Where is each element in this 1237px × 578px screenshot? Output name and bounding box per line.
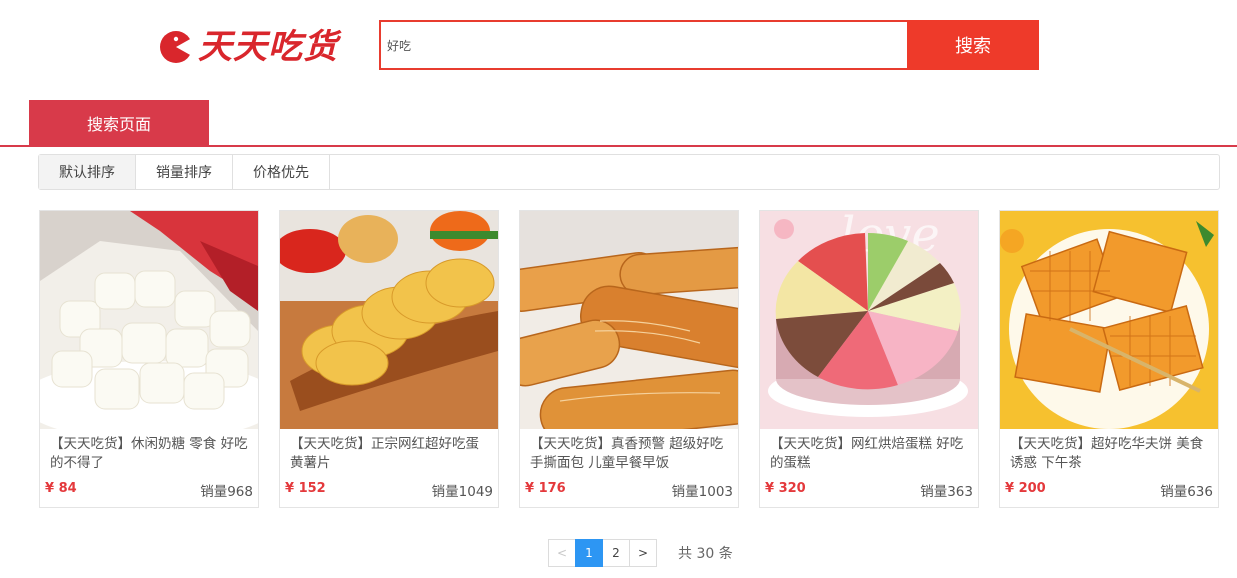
product-card[interactable]: 【天天吃货】真香预警 超级好吃 手撕面包 儿童早餐早饭 ¥ 176 销量1003 xyxy=(519,210,739,508)
product-price: ¥ 152 xyxy=(285,481,326,496)
product-sales: 销量363 xyxy=(920,484,973,500)
product-sales: 销量636 xyxy=(1160,484,1213,500)
product-image-milk-candy[interactable] xyxy=(40,211,258,429)
tab-search-page[interactable]: 搜索页面 xyxy=(29,100,209,146)
pager-prev-button[interactable]: < xyxy=(548,539,576,567)
product-sales: 销量968 xyxy=(200,484,253,500)
sort-by-sales[interactable]: 销量排序 xyxy=(136,155,233,189)
product-price: ¥ 320 xyxy=(765,481,806,496)
product-image-waffles[interactable] xyxy=(1000,211,1218,429)
product-card[interactable]: 【天天吃货】超好吃华夫饼 美食诱惑 下午茶 ¥ 200 销量636 xyxy=(999,210,1219,508)
product-title[interactable]: 【天天吃货】真香预警 超级好吃 手撕面包 儿童早餐早饭 xyxy=(530,435,730,473)
product-image-hand-torn-bread[interactable] xyxy=(520,211,738,429)
search-button[interactable]: 搜索 xyxy=(907,20,1039,70)
product-card[interactable]: love 【天天吃货】网红烘焙蛋糕 好吃的蛋糕 ¥ 320 销量363 xyxy=(759,210,979,508)
product-title[interactable]: 【天天吃货】超好吃华夫饼 美食诱惑 下午茶 xyxy=(1010,435,1210,473)
sort-bar: 默认排序 销量排序 价格优先 xyxy=(38,154,1220,190)
product-sales: 销量1049 xyxy=(431,484,493,500)
sort-by-price[interactable]: 价格优先 xyxy=(233,155,330,189)
tab-underline xyxy=(0,145,1237,147)
site-logo[interactable]: 天天吃货 xyxy=(158,24,348,70)
product-grid: 【天天吃货】休闲奶糖 零食 好吃的不得了 ¥ 84 销量968 【天天吃货】正宗… xyxy=(39,210,1221,508)
product-title[interactable]: 【天天吃货】正宗网红超好吃蛋黄薯片 xyxy=(290,435,490,473)
product-image-rainbow-cake[interactable]: love xyxy=(760,211,978,429)
sort-default[interactable]: 默认排序 xyxy=(39,155,136,189)
logo-text: 天天吃货 xyxy=(198,27,338,67)
pager-page-1[interactable]: 1 xyxy=(575,539,603,567)
product-card[interactable]: 【天天吃货】正宗网红超好吃蛋黄薯片 ¥ 152 销量1049 xyxy=(279,210,499,508)
product-sales: 销量1003 xyxy=(671,484,733,500)
product-price: ¥ 176 xyxy=(525,481,566,496)
product-title[interactable]: 【天天吃货】休闲奶糖 零食 好吃的不得了 xyxy=(50,435,250,473)
product-image-potato-chips[interactable] xyxy=(280,211,498,429)
product-price: ¥ 84 xyxy=(45,481,77,496)
pagination: < 1 2 > 共 30 条 xyxy=(548,539,733,567)
product-card[interactable]: 【天天吃货】休闲奶糖 零食 好吃的不得了 ¥ 84 销量968 xyxy=(39,210,259,508)
pager-page-2[interactable]: 2 xyxy=(602,539,630,567)
product-title[interactable]: 【天天吃货】网红烘焙蛋糕 好吃的蛋糕 xyxy=(770,435,970,473)
search-input[interactable] xyxy=(381,22,907,68)
pager-total-count: 共 30 条 xyxy=(678,546,733,562)
logo-icon xyxy=(158,29,195,65)
search-bar: 搜索 xyxy=(379,20,1039,70)
pager-next-button[interactable]: > xyxy=(629,539,657,567)
product-price: ¥ 200 xyxy=(1005,481,1046,496)
